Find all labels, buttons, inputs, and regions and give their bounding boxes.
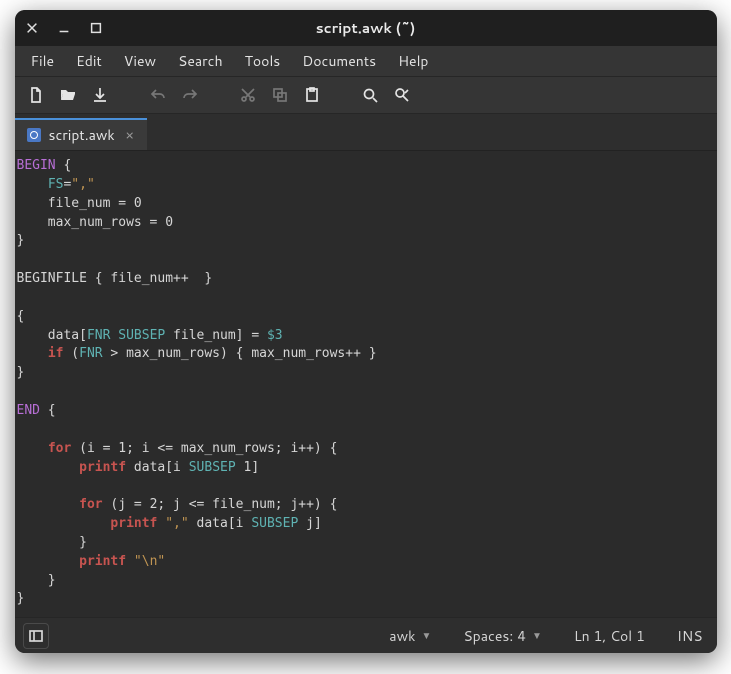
- language-label: awk: [389, 626, 415, 646]
- new-file-button[interactable]: [21, 80, 51, 110]
- file-tab[interactable]: script.awk ×: [15, 118, 147, 150]
- window-title: script.awk (~): [15, 18, 717, 38]
- side-panel-button[interactable]: [23, 623, 49, 649]
- cut-button[interactable]: [233, 80, 263, 110]
- menu-view[interactable]: View: [114, 47, 166, 75]
- paste-button[interactable]: [297, 80, 327, 110]
- tab-label: script.awk: [49, 125, 115, 145]
- insert-mode[interactable]: INS: [671, 626, 709, 646]
- indent-label: Spaces: 4: [463, 626, 526, 646]
- menu-documents[interactable]: Documents: [292, 47, 386, 75]
- minimize-window-button[interactable]: [57, 21, 71, 35]
- undo-button[interactable]: [143, 80, 173, 110]
- cursor-position[interactable]: Ln 1, Col 1: [568, 626, 651, 646]
- window-controls: [25, 21, 103, 35]
- file-icon: [27, 128, 41, 142]
- find-replace-button[interactable]: [387, 80, 417, 110]
- maximize-window-button[interactable]: [89, 21, 103, 35]
- tabbar: script.awk ×: [15, 114, 717, 151]
- language-selector[interactable]: awk ▼: [383, 626, 437, 646]
- chevron-down-icon: ▼: [421, 629, 431, 643]
- menu-file[interactable]: File: [21, 47, 65, 75]
- search-button[interactable]: [355, 80, 385, 110]
- menu-help[interactable]: Help: [388, 47, 438, 75]
- chevron-down-icon: ▼: [532, 629, 542, 643]
- statusbar: awk ▼ Spaces: 4 ▼ Ln 1, Col 1 INS: [15, 617, 717, 653]
- save-file-button[interactable]: [85, 80, 115, 110]
- indent-selector[interactable]: Spaces: 4 ▼: [457, 626, 548, 646]
- close-tab-button[interactable]: ×: [123, 125, 137, 145]
- menu-edit[interactable]: Edit: [66, 47, 112, 75]
- menu-search[interactable]: Search: [168, 47, 233, 75]
- position-label: Ln 1, Col 1: [574, 626, 645, 646]
- menu-tools[interactable]: Tools: [235, 47, 291, 75]
- mode-label: INS: [677, 626, 703, 646]
- copy-button[interactable]: [265, 80, 295, 110]
- close-window-button[interactable]: [25, 21, 39, 35]
- open-file-button[interactable]: [53, 80, 83, 110]
- titlebar: script.awk (~): [15, 10, 717, 46]
- menubar: File Edit View Search Tools Documents He…: [15, 46, 717, 76]
- toolbar: [15, 76, 717, 114]
- redo-button[interactable]: [175, 80, 205, 110]
- code-editor[interactable]: BEGIN { FS="," file_num = 0 max_num_rows…: [15, 151, 717, 617]
- editor-window: script.awk (~) File Edit View Search Too…: [15, 10, 717, 653]
